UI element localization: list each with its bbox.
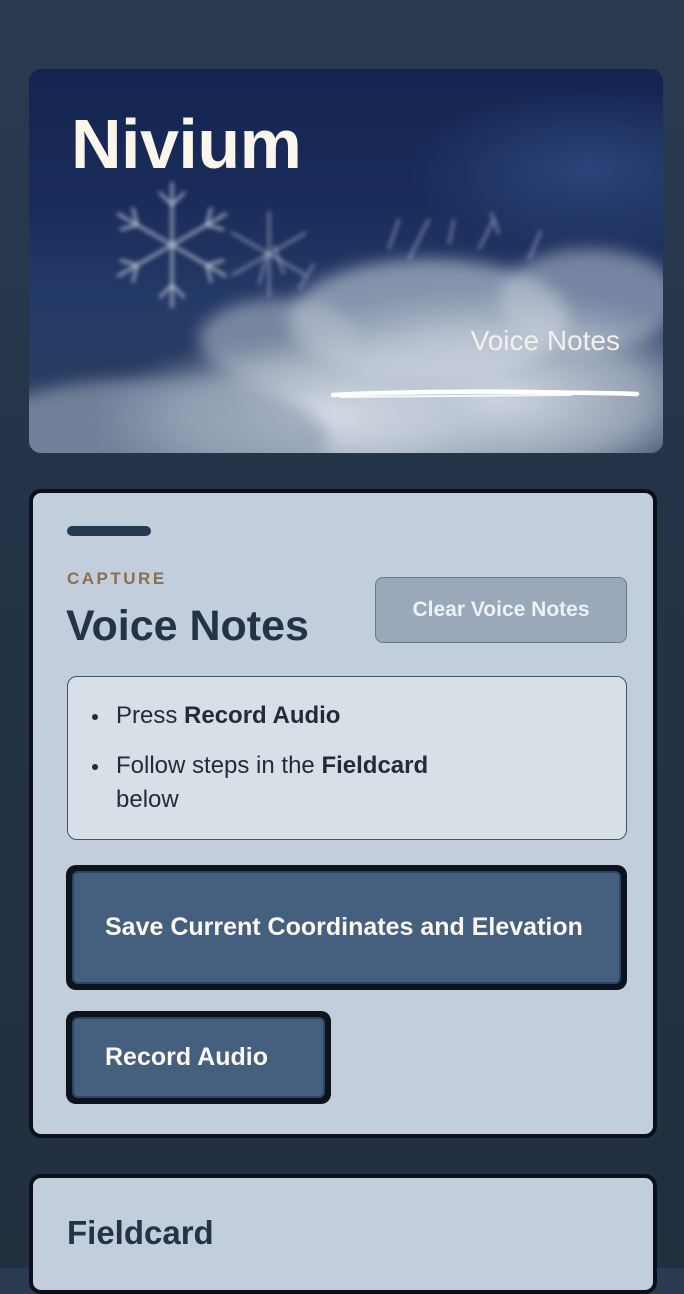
instruction-text: Press [116,702,185,729]
page-subtitle: Voice Notes [470,325,620,356]
instruction-item: Press Record Audio [91,699,341,733]
record-audio-button-label[interactable]: Record Audio [72,1017,325,1098]
save-coordinates-button[interactable]: Save Current Coordinates and Elevation [66,865,627,990]
drag-handle[interactable] [67,526,151,536]
instruction-bold-text: Record Audio [184,702,341,729]
hero-banner: Nivium Voice Notes [29,69,663,453]
section-title: Voice Notes [66,602,309,650]
save-coordinates-button-label[interactable]: Save Current Coordinates and Elevation [72,871,621,984]
fieldcard-title: Fieldcard [67,1214,214,1251]
record-audio-button[interactable]: Record Audio [66,1011,331,1104]
instructions-box: Press Record Audio Follow steps in the F… [67,676,627,840]
app-title: Nivium [71,105,302,183]
instruction-item: Follow steps in the Fieldcard below [92,749,516,817]
subtitle-underline [331,389,640,398]
instruction-text: Follow steps in the [116,752,322,779]
capture-card: CAPTURE Voice Notes Clear Voice Notes Pr… [29,489,657,1138]
instruction-bold-text: Fieldcard [321,752,429,779]
fieldcard-card: Fieldcard [29,1174,657,1294]
section-eyebrow: CAPTURE [67,569,167,588]
clear-voice-notes-button[interactable]: Clear Voice Notes [375,577,627,643]
instruction-text: below [116,786,179,813]
